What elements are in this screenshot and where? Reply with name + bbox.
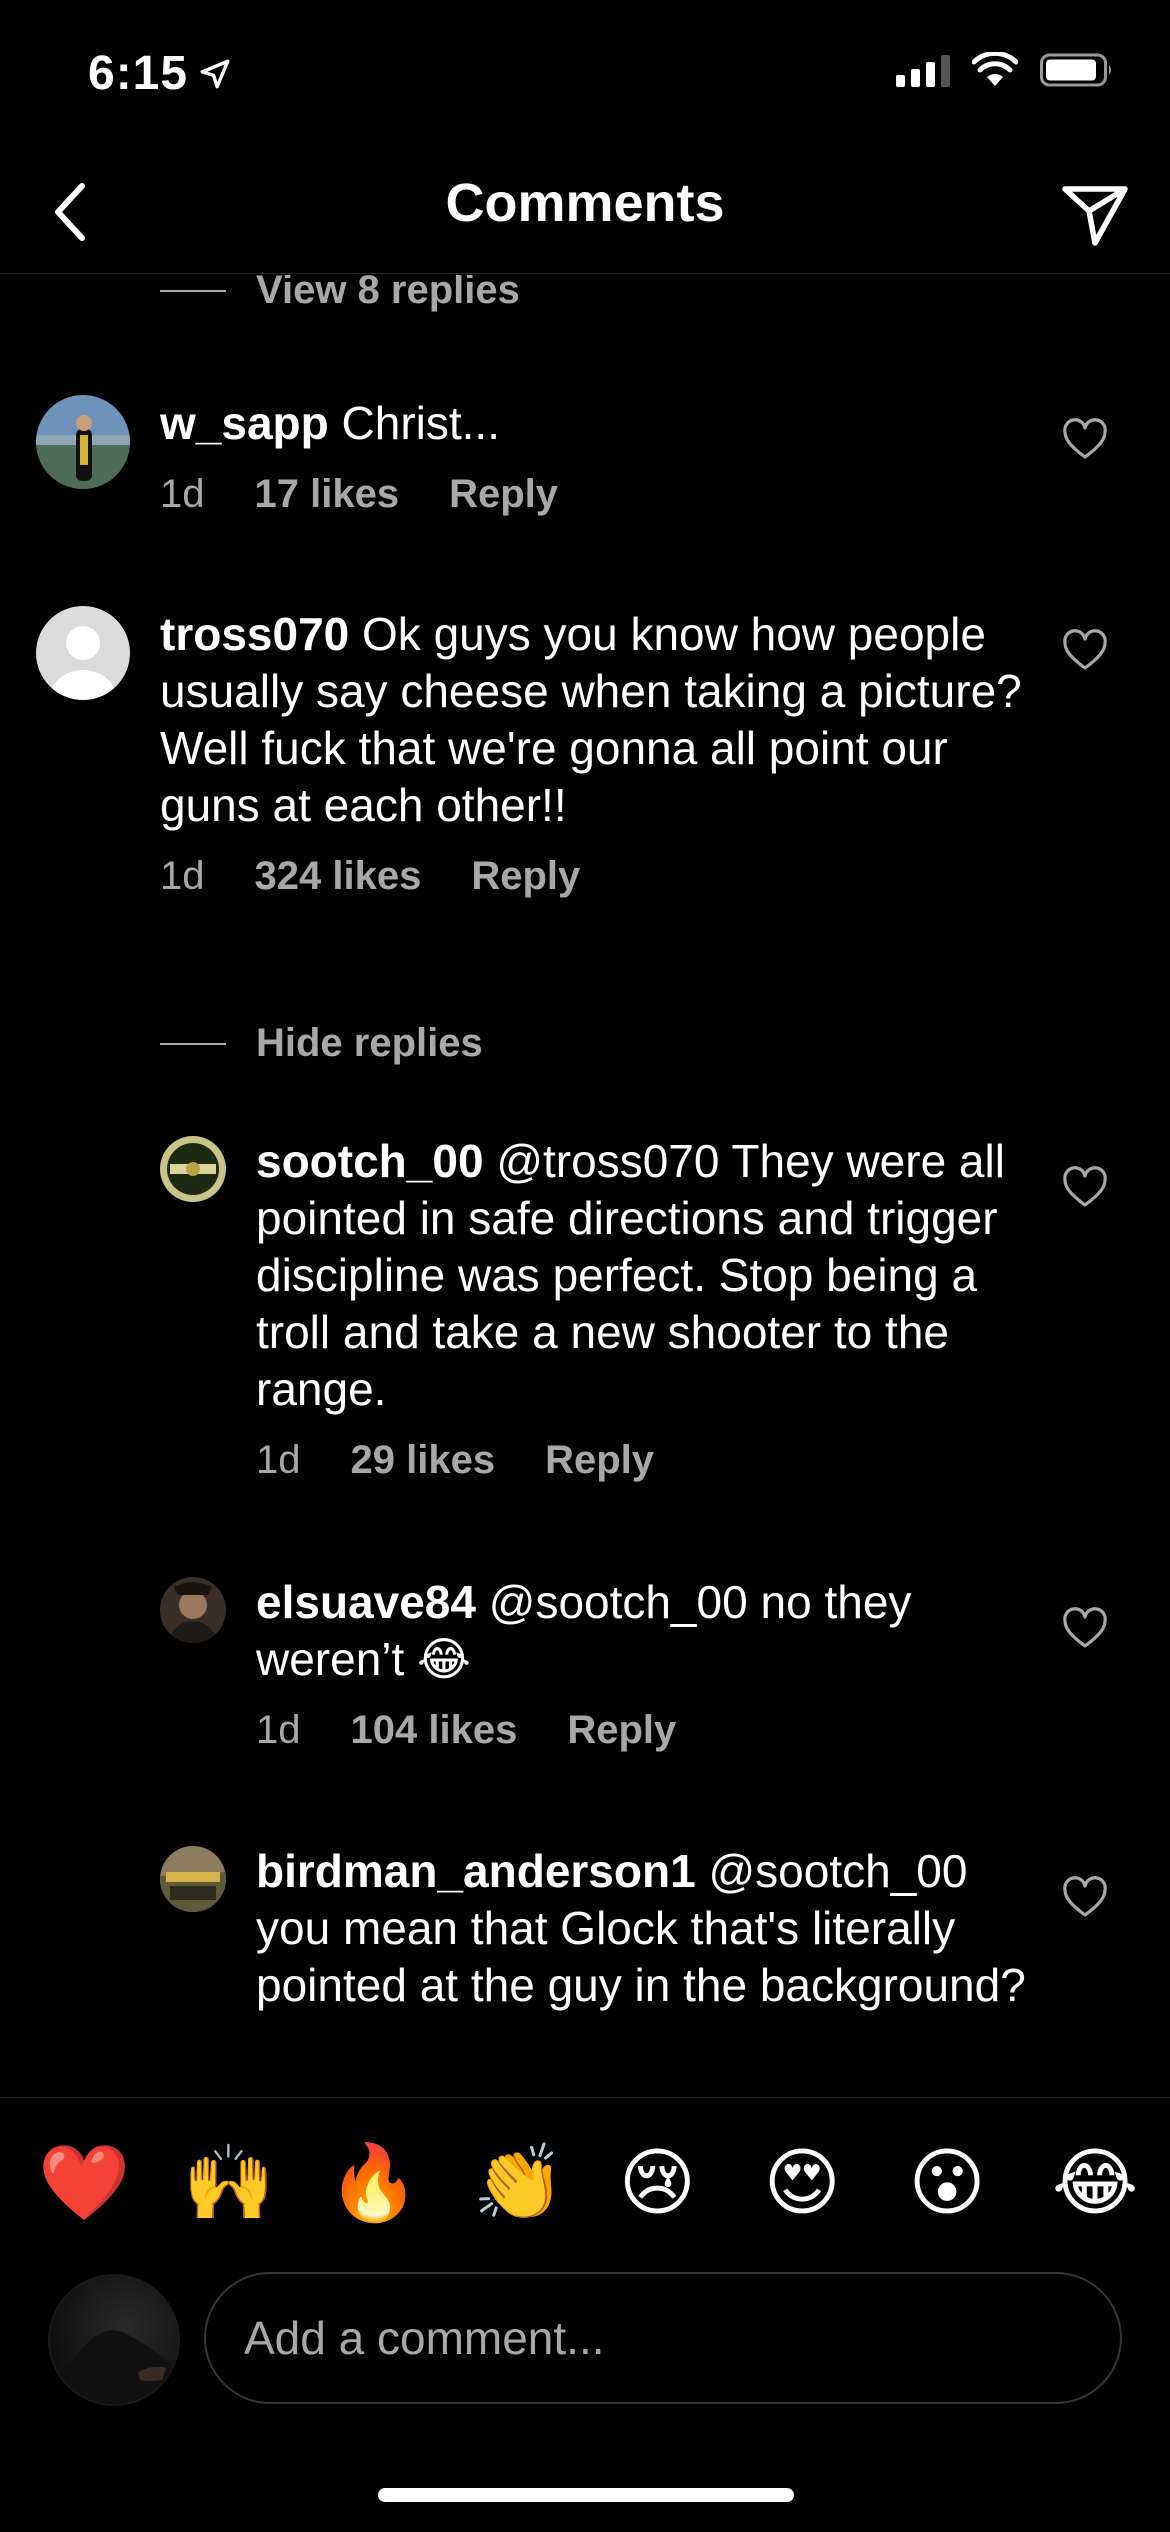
share-button[interactable] xyxy=(1050,170,1140,260)
avatar[interactable] xyxy=(160,1846,226,1912)
comment-time: 1d xyxy=(160,854,205,898)
comment-text: sootch_00 @tross070 They were all pointe… xyxy=(256,1133,1040,1418)
comment-body: w_sapp Christ... 1d 17 likes Reply xyxy=(160,395,1040,523)
comment-username[interactable]: birdman_anderson1 xyxy=(256,1845,696,1897)
comment-username[interactable]: elsuave84 xyxy=(256,1576,476,1628)
likes-count[interactable]: 324 likes xyxy=(255,848,422,905)
status-time-text: 6:15 xyxy=(88,47,189,100)
avatar[interactable] xyxy=(36,606,130,700)
header: Comments xyxy=(0,150,1170,274)
emoji-bar: ❤️ 🙌 🔥 👏 😢 😍 😮 😂 xyxy=(0,2097,1170,2267)
comment-time: 1d xyxy=(256,1438,301,1482)
comment-composer xyxy=(0,2268,1170,2414)
comment-time: 1d xyxy=(160,472,205,516)
comment-username[interactable]: w_sapp xyxy=(160,397,329,449)
view-replies-button[interactable]: View 8 replies xyxy=(160,275,520,313)
heart-icon[interactable] xyxy=(1060,1873,1110,1923)
battery-icon xyxy=(1040,53,1111,87)
location-arrow-icon xyxy=(200,59,230,88)
emoji-fire-button[interactable]: 🔥 xyxy=(328,2145,420,2220)
mention-link[interactable]: @tross070 xyxy=(496,1135,719,1187)
paper-plane-icon xyxy=(1062,186,1128,246)
comment-content: you mean that Glock that's literally poi… xyxy=(256,1902,1026,2011)
comment-meta: 1d 17 likes Reply xyxy=(160,466,1040,523)
mention-link[interactable]: @sootch_00 xyxy=(489,1576,748,1628)
my-avatar xyxy=(48,2274,180,2406)
reply-button[interactable]: Reply xyxy=(545,1432,654,1489)
comment-input[interactable] xyxy=(204,2272,1122,2404)
avatar[interactable] xyxy=(160,1136,226,1202)
emoji-heart-button[interactable]: ❤️ xyxy=(38,2145,130,2220)
comment-text: tross070 Ok guys you know how people usu… xyxy=(160,606,1040,834)
view-replies-label: View 8 replies xyxy=(256,275,520,312)
comment-username[interactable]: tross070 xyxy=(160,608,349,660)
comment-body: elsuave84 @sootch_00 no they weren’t 😂 1… xyxy=(256,1574,1040,1759)
emoji-laughing-button[interactable]: 😂 xyxy=(1052,2145,1138,2220)
comment-body: tross070 Ok guys you know how people usu… xyxy=(160,606,1040,905)
likes-count[interactable]: 104 likes xyxy=(351,1702,518,1759)
comment-meta: 1d 104 likes Reply xyxy=(256,1702,1040,1759)
comments-list[interactable]: View 8 replies w_sapp Christ... 1d 17 li… xyxy=(0,275,1170,2097)
hide-replies-label: Hide replies xyxy=(256,1021,483,1065)
comment-content: Christ... xyxy=(341,397,500,449)
comment-body: birdman_anderson1 @sootch_00 you mean th… xyxy=(256,1843,1040,2014)
emoji-surprised-button[interactable]: 😮 xyxy=(907,2145,987,2220)
comment-body: sootch_00 @tross070 They were all pointe… xyxy=(256,1133,1040,1489)
page-title: Comments xyxy=(445,173,725,233)
status-bar: 6:15 xyxy=(0,0,1170,150)
comment-meta: 1d 29 likes Reply xyxy=(256,1432,1040,1489)
heart-icon[interactable] xyxy=(1060,1604,1110,1654)
comment-username[interactable]: sootch_00 xyxy=(256,1135,484,1187)
divider xyxy=(160,1042,226,1045)
avatar[interactable] xyxy=(160,1577,226,1643)
likes-count[interactable]: 29 likes xyxy=(351,1432,496,1489)
comment-meta: 1d 324 likes Reply xyxy=(160,848,1040,905)
avatar[interactable] xyxy=(36,395,130,489)
status-time: 6:15 xyxy=(88,46,232,101)
emoji-crying-button[interactable]: 😢 xyxy=(617,2145,697,2220)
wifi-icon xyxy=(972,52,1018,86)
comment-text: elsuave84 @sootch_00 no they weren’t 😂 xyxy=(256,1574,1040,1688)
heart-icon[interactable] xyxy=(1060,1163,1110,1213)
comment-text: birdman_anderson1 @sootch_00 you mean th… xyxy=(256,1843,1040,2014)
heart-icon[interactable] xyxy=(1060,415,1110,465)
reply-button[interactable]: Reply xyxy=(449,466,558,523)
cellular-signal-icon xyxy=(896,53,950,87)
reply-button[interactable]: Reply xyxy=(471,848,580,905)
emoji-clap-button[interactable]: 👏 xyxy=(473,2145,565,2220)
status-indicators xyxy=(896,52,1114,88)
heart-icon[interactable] xyxy=(1060,626,1110,676)
comment-time: 1d xyxy=(256,1708,301,1752)
comment-text: w_sapp Christ... xyxy=(160,395,1040,452)
emoji-heart-eyes-button[interactable]: 😍 xyxy=(762,2145,842,2220)
emoji-raised-hands-button[interactable]: 🙌 xyxy=(183,2145,275,2220)
reply-button[interactable]: Reply xyxy=(567,1702,676,1759)
divider xyxy=(160,289,226,292)
hide-replies-button[interactable]: Hide replies xyxy=(160,1021,483,1066)
home-indicator[interactable] xyxy=(378,2488,794,2502)
likes-count[interactable]: 17 likes xyxy=(255,466,400,523)
mention-link[interactable]: @sootch_00 xyxy=(708,1845,967,1897)
